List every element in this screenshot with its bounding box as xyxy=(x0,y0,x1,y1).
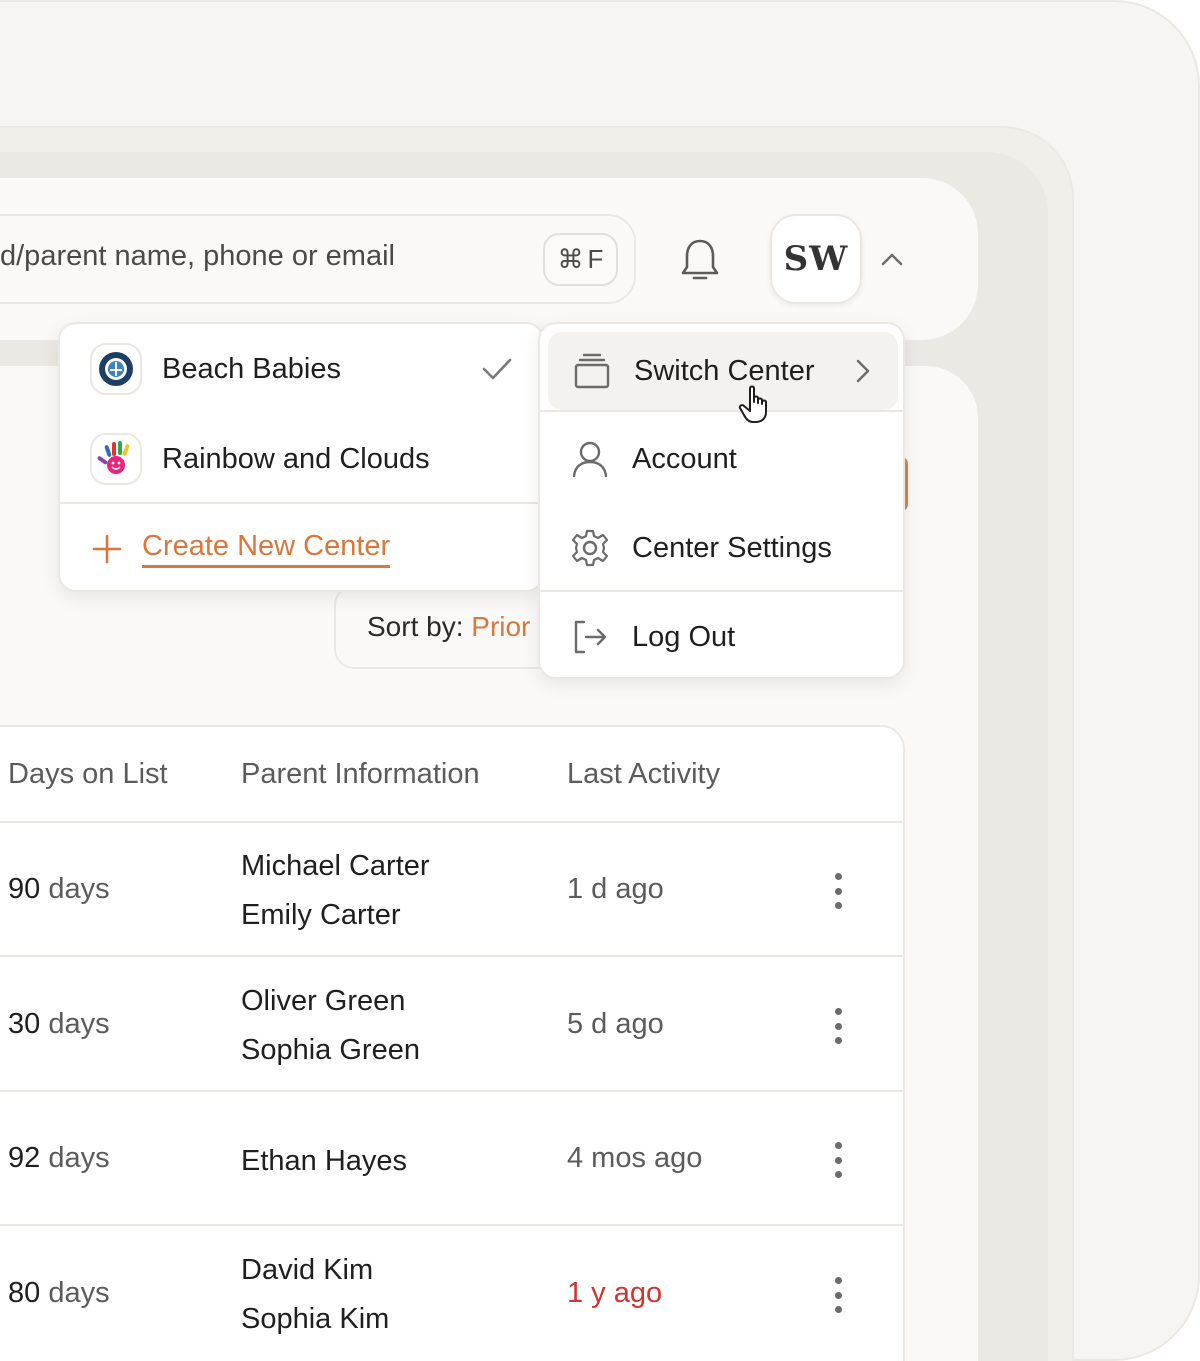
row-divider xyxy=(0,1090,903,1092)
menu-item-center-settings[interactable]: Center Settings xyxy=(540,509,903,587)
parent-name: Michael Carter xyxy=(241,850,430,882)
row-divider xyxy=(0,1224,903,1226)
days-unit: days xyxy=(48,1008,110,1040)
parent-name: David Kim xyxy=(241,1254,374,1286)
row-divider xyxy=(0,821,903,823)
gear-icon xyxy=(571,529,609,567)
days-count: 92 xyxy=(8,1142,41,1174)
menu-item-account[interactable]: Account xyxy=(540,420,903,498)
center-name: Rainbow and Clouds xyxy=(162,442,430,475)
parent-info: Michael Carter Emily Carter xyxy=(241,842,430,940)
table-row[interactable]: 80 days xyxy=(8,1277,110,1310)
user-avatar-button[interactable]: SW xyxy=(770,214,862,304)
sort-value: Prior xyxy=(471,611,531,642)
parent-name: Oliver Green xyxy=(241,985,406,1017)
center-name: Beach Babies xyxy=(162,352,341,385)
center-option-beach-babies[interactable]: Beach Babies xyxy=(90,341,530,397)
last-activity: 1 d ago xyxy=(567,873,664,905)
column-header-parent[interactable]: Parent Information xyxy=(241,758,480,791)
row-more-icon[interactable] xyxy=(826,1006,850,1046)
beach-babies-logo xyxy=(90,343,142,395)
last-activity: 5 d ago xyxy=(567,1008,664,1040)
days-count: 90 xyxy=(8,873,41,905)
row-divider xyxy=(0,955,903,957)
user-icon xyxy=(572,441,608,478)
command-key-icon: ⌘ xyxy=(557,244,584,274)
menu-item-log-out[interactable]: Log Out xyxy=(540,598,903,676)
rainbow-hand-logo-icon xyxy=(97,441,130,474)
beach-babies-logo-icon xyxy=(99,352,133,386)
last-activity-stale: 1 y ago xyxy=(567,1277,663,1309)
hand-cursor-icon xyxy=(738,385,767,423)
days-count: 30 xyxy=(8,1008,41,1040)
parent-name: Ethan Hayes xyxy=(241,1145,408,1177)
sort-label: Sort by: xyxy=(367,611,472,642)
parent-info: Oliver Green Sophia Green xyxy=(241,977,420,1075)
column-header-activity[interactable]: Last Activity xyxy=(567,758,720,791)
table-row[interactable]: 92 days xyxy=(8,1142,110,1175)
row-more-icon[interactable] xyxy=(826,1140,850,1180)
parent-name: Sophia Green xyxy=(241,1034,420,1066)
days-unit: days xyxy=(48,1277,110,1309)
parent-name: Sophia Kim xyxy=(241,1303,390,1335)
center-option-rainbow-and-clouds[interactable]: Rainbow and Clouds xyxy=(90,431,530,487)
days-count: 80 xyxy=(8,1277,41,1309)
parent-info: Ethan Hayes xyxy=(241,1137,407,1186)
menu-label: Switch Center xyxy=(634,354,815,387)
switch-center-menu: Beach Babies Rainbow and Clouds Create N… xyxy=(58,322,544,592)
create-new-center-label: Create New Center xyxy=(142,530,391,568)
search-shortcut-badge: ⌘ F xyxy=(543,233,618,286)
menu-divider xyxy=(540,590,903,592)
logout-icon xyxy=(574,620,607,654)
days-unit: days xyxy=(48,1142,110,1174)
account-menu: Switch Center Account Center Settings Lo… xyxy=(538,322,905,679)
plus-icon xyxy=(92,534,122,564)
menu-item-switch-center[interactable]: Switch Center xyxy=(548,332,898,410)
check-icon xyxy=(482,358,512,380)
parent-name: Emily Carter xyxy=(241,899,401,931)
stack-icon xyxy=(574,353,610,389)
chevron-right-icon xyxy=(856,359,870,383)
table-row[interactable]: 30 days xyxy=(8,1008,110,1041)
menu-label: Log Out xyxy=(632,620,736,653)
shortcut-key: F xyxy=(587,244,604,274)
days-unit: days xyxy=(48,873,110,905)
table-row[interactable]: 90 days xyxy=(8,873,110,906)
parent-info: David Kim Sophia Kim xyxy=(241,1246,389,1344)
column-header-days[interactable]: Days on List xyxy=(8,758,168,791)
chevron-up-icon[interactable] xyxy=(878,246,906,272)
menu-label: Account xyxy=(632,442,737,475)
create-new-center-link[interactable]: Create New Center xyxy=(90,530,391,568)
menu-label: Center Settings xyxy=(632,531,832,564)
menu-divider xyxy=(540,410,903,412)
row-more-icon[interactable] xyxy=(826,871,850,911)
bell-icon[interactable] xyxy=(678,236,722,284)
row-more-icon[interactable] xyxy=(826,1275,850,1315)
last-activity: 4 mos ago xyxy=(567,1142,703,1174)
search-placeholder: d/parent name, phone or email xyxy=(0,240,395,272)
menu-divider xyxy=(60,502,542,504)
rainbow-and-clouds-logo xyxy=(90,433,142,485)
